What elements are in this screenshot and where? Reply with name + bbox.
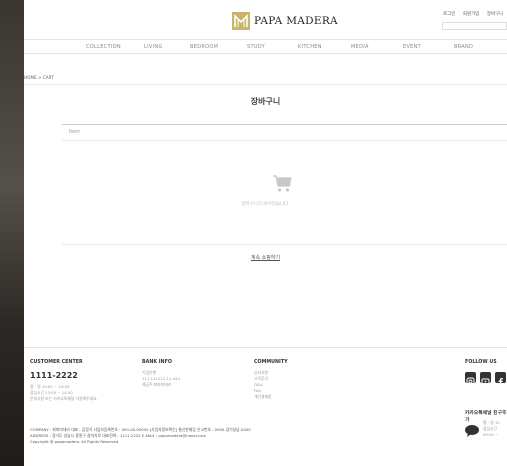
bank-info-heading: BANK INFO xyxy=(142,360,172,365)
main-nav: COLLECTION LIVING BEDROOM STUDY KITCHEN … xyxy=(24,39,507,54)
nav-bedroom[interactable]: BEDROOM xyxy=(190,44,218,50)
cart-icon xyxy=(273,175,292,197)
logo-mark-icon xyxy=(232,12,250,30)
nav-living[interactable]: LIVING xyxy=(144,44,163,50)
page-title: 장바구니 xyxy=(250,97,281,106)
login-link[interactable]: 로그인 xyxy=(443,12,455,17)
kakao-hours: 평 · 일 10 점심시간 09:00 ~ xyxy=(483,420,500,437)
page: 로그인 회원가입 장바구니 PAPA MADERA COLLECTION LIV… xyxy=(24,0,507,466)
continue-shopping-link[interactable]: 계속 쇼핑하기 xyxy=(24,254,507,261)
instagram-icon[interactable] xyxy=(465,372,476,386)
customer-hours: 평 · 일 10:00 ~ 19:00 점심시간 13:00 ~ 14:00 문… xyxy=(30,384,98,401)
nav-event[interactable]: EVENT xyxy=(403,44,421,50)
logo-text: PAPA MADERA xyxy=(254,15,338,27)
nav-kitchen[interactable]: KITCHEN xyxy=(298,44,322,50)
empty-cart-message: 장바구니가 비어있습니다. xyxy=(241,202,290,207)
bank-info: 기업은행 111-111111-11-444 예금주:파파마데라 xyxy=(142,370,180,387)
nav-media[interactable]: MEDIA xyxy=(351,44,369,50)
community-links: 공지사항 고객후기 Q&A FAQ 개인결제창 xyxy=(254,370,271,400)
item-column-header: Item xyxy=(69,130,80,135)
divider xyxy=(24,84,507,85)
table-top-border xyxy=(62,124,507,125)
community-heading: COMMUNITY xyxy=(254,360,288,365)
kakao-chat-icon[interactable] xyxy=(465,422,479,441)
facebook-icon[interactable] xyxy=(495,372,506,386)
search-input[interactable] xyxy=(442,22,507,30)
logo[interactable]: PAPA MADERA xyxy=(232,12,338,30)
footer: CUSTOMER CENTER 1111-2222 평 · 일 10:00 ~ … xyxy=(24,347,507,466)
customer-center-heading: CUSTOMER CENTER xyxy=(30,360,83,365)
nav-brand[interactable]: BRAND xyxy=(454,44,473,50)
payment-link[interactable]: 개인결제창 xyxy=(254,394,271,400)
breadcrumb: HOME > CART xyxy=(24,75,54,80)
customer-phone: 1111-2222 xyxy=(30,371,78,380)
join-link[interactable]: 회원가입 xyxy=(463,12,480,17)
background-edge xyxy=(0,0,24,466)
nav-study[interactable]: STUDY xyxy=(247,44,265,50)
util-links: 로그인 회원가입 장바구니 xyxy=(443,11,507,17)
cart-link[interactable]: 장바구니 xyxy=(487,12,504,17)
table-header-border xyxy=(62,140,507,141)
follow-heading: FOLLOW US xyxy=(465,360,497,365)
company-info: COMPANY : 파파마데라 대표 : 김정기 사업자등록번호 : 000-0… xyxy=(30,427,251,444)
table-bottom-border xyxy=(62,244,507,245)
social-links xyxy=(465,372,507,386)
youtube-icon[interactable] xyxy=(480,372,491,385)
nav-collection[interactable]: COLLECTION xyxy=(86,44,121,50)
